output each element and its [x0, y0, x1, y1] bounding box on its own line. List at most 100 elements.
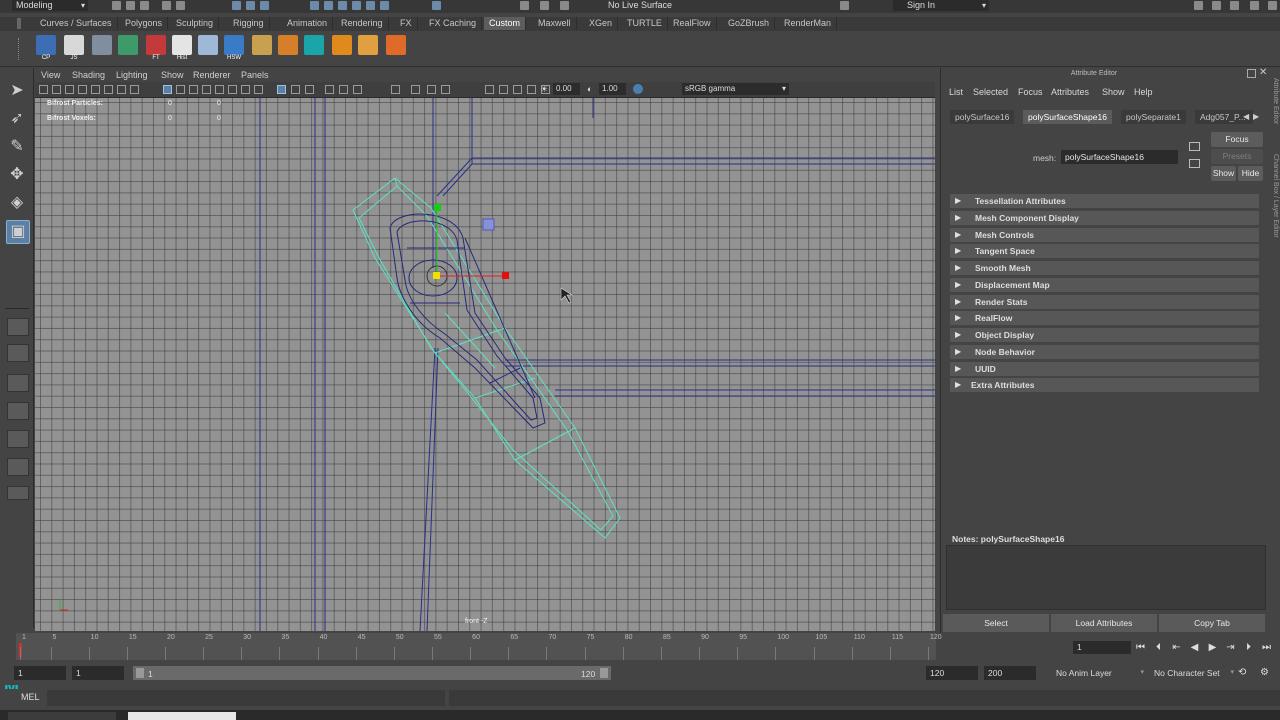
select-object-icon[interactable] [246, 1, 255, 10]
expand-arrow-icon[interactable]: ▶ [955, 194, 961, 208]
snap-grid-icon[interactable] [310, 1, 319, 10]
section-render-stats[interactable]: ▶ Render Stats [950, 294, 1259, 309]
xray-active-icon[interactable] [305, 85, 314, 94]
layout-persp-outliner-icon[interactable] [7, 402, 29, 420]
new-scene-icon[interactable] [112, 1, 121, 10]
camera-attributes-icon[interactable] [52, 85, 61, 94]
select-component-icon[interactable] [260, 1, 269, 10]
shelf-hsw-icon[interactable] [224, 35, 244, 55]
ae-menu-help[interactable]: Help [1134, 87, 1153, 97]
shelf-tab-renderman[interactable]: RenderMan [779, 17, 838, 30]
hud-icon[interactable] [391, 85, 400, 94]
exposure-field[interactable]: 0.00 [553, 83, 580, 95]
move-tool-icon[interactable]: ✥ [6, 164, 28, 186]
expand-arrow-icon[interactable]: ▶ [955, 311, 961, 325]
2d-pan-zoom-icon[interactable] [91, 85, 100, 94]
presets-button[interactable]: Presets [1211, 149, 1263, 164]
notes-textarea[interactable] [946, 545, 1266, 610]
auto-key-icon[interactable]: ⟲ [1238, 667, 1246, 678]
character-set-select[interactable]: No Character Set [1154, 666, 1236, 680]
section-smooth-mesh[interactable]: ▶ Smooth Mesh [950, 261, 1259, 275]
snap-surface-icon[interactable] [366, 1, 375, 10]
lasso-tool-icon[interactable]: ➶ [6, 108, 28, 130]
attribute-editor-toggle-icon[interactable] [1230, 1, 1239, 10]
step-back-key-icon[interactable]: ⏴ [1152, 642, 1165, 653]
ae-menu-selected[interactable]: Selected [973, 87, 1008, 97]
undo-icon[interactable] [162, 1, 171, 10]
go-to-start-icon[interactable]: ⏮ [1134, 642, 1147, 653]
textured-icon[interactable] [215, 85, 224, 94]
screen-space-ao-icon[interactable] [254, 85, 263, 94]
shelf-menu-icon[interactable] [17, 18, 21, 29]
color-management-icon[interactable] [633, 84, 643, 94]
section-extra-attributes[interactable]: ▶ Extra Attributes [950, 378, 1259, 393]
tab-polyseparate1[interactable]: polySeparate1 [1121, 110, 1186, 124]
shelf-hist-icon[interactable] [172, 35, 192, 55]
tab-polysurface16[interactable]: polySurface16 [950, 110, 1015, 124]
copy-tab-button[interactable]: Copy Tab [1159, 614, 1265, 632]
expand-arrow-icon[interactable]: ▶ [955, 295, 961, 309]
shelf-tab-xgen[interactable]: XGen [584, 17, 619, 30]
shelf-box-icon[interactable] [278, 35, 298, 55]
render-settings-icon[interactable] [560, 1, 569, 10]
tab-scroll-right-icon[interactable]: ▶ [1253, 112, 1259, 121]
snap-point-icon[interactable] [338, 1, 347, 10]
go-to-end-icon[interactable]: ⏭ [1260, 642, 1273, 653]
textures-icon[interactable] [411, 85, 420, 94]
save-scene-icon[interactable] [140, 1, 149, 10]
shelf-tab-custom[interactable]: Custom [484, 17, 527, 30]
shelf-ft-icon[interactable] [146, 35, 166, 55]
tab-scroll-left-icon[interactable]: ◀ [1243, 112, 1249, 121]
expand-arrow-icon[interactable]: ▶ [955, 261, 961, 275]
camera-icon[interactable] [441, 85, 450, 94]
mel-label[interactable]: MEL [21, 692, 40, 702]
expand-arrow-icon[interactable]: ▶ [955, 328, 961, 342]
section-realflow[interactable]: ▶ RealFlow [950, 311, 1259, 326]
play-forwards-icon[interactable]: ▶ [1206, 642, 1219, 653]
section-mesh-controls[interactable]: ▶ Mesh Controls [950, 227, 1259, 242]
snap-curve-icon[interactable] [324, 1, 333, 10]
shelf-tab-realflow[interactable]: RealFlow [668, 17, 717, 30]
shelf-diamond-icon[interactable] [358, 35, 378, 55]
taskbar-window-maya[interactable] [8, 712, 116, 720]
modeling-toolkit-icon[interactable] [1212, 1, 1221, 10]
section-object-display[interactable]: ▶ Object Display [950, 328, 1259, 342]
channel-box-toggle-icon[interactable] [1268, 1, 1277, 10]
playback-start-field[interactable]: 1 [72, 666, 124, 680]
input-connection-icon[interactable] [1189, 142, 1200, 151]
viewport-menu-shading[interactable]: Shading [72, 68, 105, 82]
close-icon[interactable]: ✕ [1259, 67, 1267, 78]
shadows-icon[interactable] [241, 85, 250, 94]
expand-arrow-icon[interactable]: ▶ [955, 278, 961, 292]
shelf-tab-sculpting[interactable]: Sculpting [171, 17, 220, 30]
tab-polysurfaceshape16[interactable]: polySurfaceShape16 [1023, 110, 1112, 124]
play-backwards-icon[interactable]: ◀ [1188, 642, 1201, 653]
select-tool-icon[interactable]: ➤ [6, 80, 28, 102]
range-slider-track[interactable] [133, 666, 611, 680]
select-button[interactable]: Select [943, 614, 1049, 632]
shelf-tab-animation[interactable]: Animation [282, 17, 334, 30]
shelf-tab-curves-surfaces[interactable]: Curves / Surfaces [35, 17, 118, 30]
select-camera-icon[interactable] [39, 85, 48, 94]
frame-selected-icon[interactable] [499, 85, 508, 94]
expand-arrow-icon[interactable]: ▶ [955, 228, 961, 242]
shelf-js-icon[interactable] [64, 35, 84, 55]
shelf-tab-gozbrush[interactable]: GoZBrush [723, 17, 776, 30]
viewport-menu-lighting[interactable]: Lighting [116, 68, 148, 82]
shelf-gear-icon[interactable] [332, 35, 352, 55]
range-end-handle[interactable] [600, 668, 608, 678]
shelf-tab-fx[interactable]: FX [395, 17, 418, 30]
shelf-tab-rigging[interactable]: Rigging [228, 17, 270, 30]
ae-menu-focus[interactable]: Focus [1018, 87, 1043, 97]
smooth-shade-icon[interactable] [176, 85, 185, 94]
step-back-frame-icon[interactable]: ⇤ [1170, 642, 1183, 653]
load-attributes-button[interactable]: Load Attributes [1051, 614, 1157, 632]
xray-icon[interactable] [202, 85, 211, 94]
depth-of-field-icon[interactable] [353, 85, 362, 94]
layout-single-pane-icon[interactable] [7, 318, 29, 336]
shelf-cp-icon[interactable] [36, 35, 56, 55]
mode-menu-select[interactable]: Modeling [12, 0, 88, 11]
layout-persp-graph-icon[interactable] [7, 430, 29, 448]
shelf-checker-icon[interactable] [118, 35, 138, 55]
image-plane-icon[interactable] [78, 85, 87, 94]
